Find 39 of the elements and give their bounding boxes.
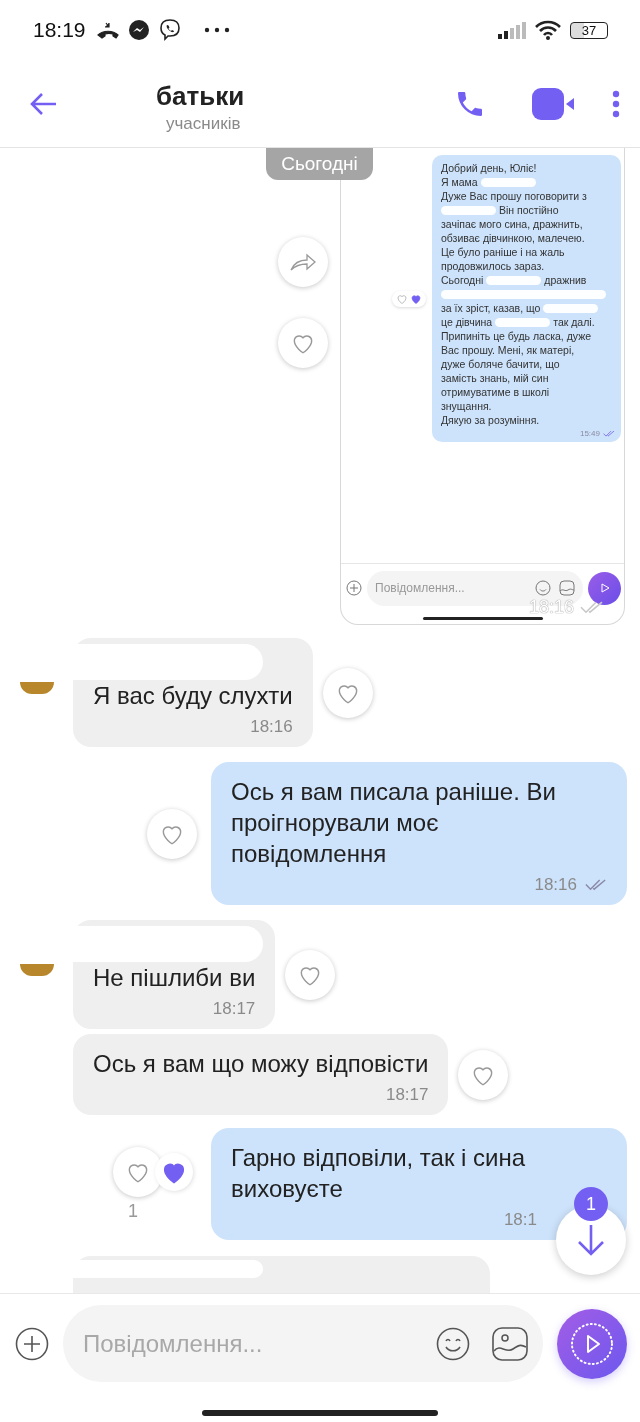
message-text: Припиніть це будь ласка, дуже — [441, 330, 592, 342]
message-text: зачіпає мого сина, дражнить, — [441, 218, 583, 230]
message-text: це дівчина — [441, 316, 493, 328]
message-field[interactable]: Повідомлення... — [63, 1305, 543, 1382]
message-text: Добрий день, Юліє! — [441, 162, 537, 174]
member-count: учасників — [165, 114, 242, 134]
reaction-count: 1 — [128, 1200, 138, 1222]
message-text: так далі. — [553, 316, 595, 328]
message-time: 18:17 — [385, 1085, 429, 1105]
message-time: 18:16 — [250, 717, 293, 737]
message-text: дуже боляче бачити, що — [441, 358, 560, 370]
message-text: знущання. — [441, 400, 492, 412]
status-time: 18:19 — [33, 18, 86, 42]
message-text: продовжилось зараз. — [441, 260, 545, 272]
message-text: замість знань, мій син — [441, 372, 549, 384]
message-field[interactable]: Повідомлення... — [367, 570, 583, 606]
message-text: Це було раніше і на жаль — [441, 246, 565, 258]
message-time: 18:16 — [534, 875, 607, 895]
message-text: Гарно відповіли, так і сина виховуєте — [231, 1143, 527, 1204]
message-text: Він постійно — [499, 204, 559, 216]
message-text: Я мама — [441, 176, 478, 188]
message-text: Вас прошу. Мені, як матері, — [441, 344, 575, 356]
message-text: отримуватиме в школі — [441, 386, 550, 398]
date-label: Сьогодні — [266, 148, 373, 180]
message-time: 18:1 — [503, 1210, 537, 1230]
message-text: Не пішлиби ви — [93, 963, 256, 993]
message-text: Дякую за розуміння. — [441, 414, 540, 426]
message-text: Ось я вам писала раніше. Ви проігнорували моє повідомлення — [231, 777, 557, 869]
message-text: Ось я вам що можу відповісти — [93, 1049, 429, 1079]
message-time: 15:49 — [579, 429, 615, 438]
chat-title: батьки — [155, 81, 246, 112]
message-text: Я вас буду слухти — [93, 681, 293, 711]
battery-icon: 37 — [570, 21, 608, 39]
message-text: Сьогодні — [441, 274, 484, 286]
message-text: Дуже Вас прошу поговорити з — [441, 190, 587, 202]
message-text: обзиває дівчинкою, малечею. — [441, 232, 585, 244]
message-text: за їх зріст, казав, що — [441, 302, 541, 314]
message-time: 18:17 — [212, 999, 256, 1019]
message-text: дражнив — [544, 274, 587, 286]
